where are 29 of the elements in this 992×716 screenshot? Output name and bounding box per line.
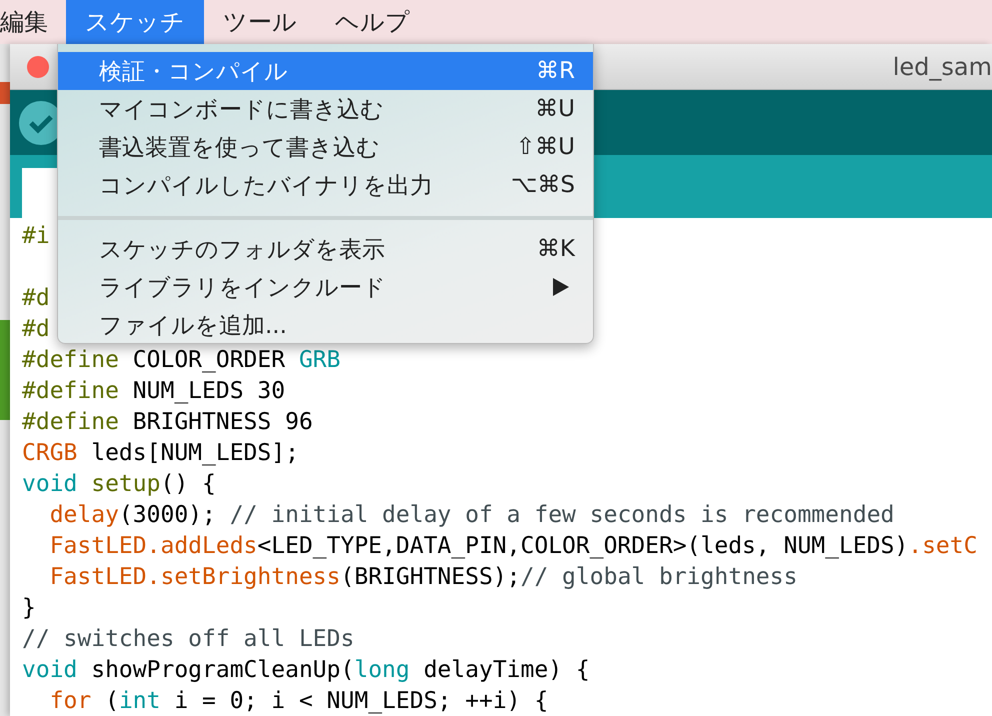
code-line: void setup() { [22, 470, 216, 499]
menu-item[interactable]: コンパイルしたバイナリを出力 ⌥⌘S [58, 166, 593, 204]
code-line: #define NUM_LEDS 30 [22, 377, 286, 406]
menu-item[interactable]: マイコンボードに書き込む ⌘U [58, 90, 593, 128]
window-title: led_sam [892, 52, 992, 80]
code-line: // switches off all LEDs [22, 625, 354, 654]
code-line: void showProgramCleanUp(long delayTime) { [22, 656, 590, 685]
code-line: } [22, 594, 36, 623]
menu-item[interactable]: ファイルを追加... [58, 306, 593, 344]
code-line: CRGB leds[NUM_LEDS]; [22, 439, 299, 468]
code-line: #d [22, 284, 50, 313]
menu-bar-item[interactable]: ヘルプ [316, 0, 429, 44]
submenu-arrow-icon [553, 278, 569, 296]
code-line: for (int i = 0; i < NUM_LEDS; ++i) { [48, 687, 548, 716]
menu-item[interactable]: ライブラリをインクルード [58, 268, 593, 306]
code-line: #define COLOR_ORDER GRB [22, 346, 340, 375]
code-line: FastLED.addLeds<LED_TYPE,DATA_PIN,COLOR_ORDER>(leds, NUM_LEDS).setC [48, 532, 978, 561]
code-line: #i [22, 222, 50, 251]
code-line: #define BRIGHTNESS 96 [22, 408, 313, 437]
menu-item[interactable]: 書込装置を使って書き込む ⇧⌘U [58, 128, 593, 166]
menu-bar-item[interactable]: 編集 [0, 0, 66, 44]
menu-bar-item[interactable]: スケッチ [66, 0, 204, 44]
close-button[interactable] [27, 56, 49, 78]
menu-item[interactable]: スケッチのフォルダを表示 ⌘K [58, 230, 593, 268]
menu-item[interactable]: 検証・コンパイル ⌘R [58, 52, 593, 90]
code-line: FastLED.setBrightness(BRIGHTNESS);// global brightness [48, 563, 798, 592]
code-line: delay(3000); // initial delay of a few seconds is recommended [48, 501, 894, 530]
code-line: #d [22, 315, 50, 344]
menu-bar-item[interactable]: ツール [204, 0, 316, 44]
